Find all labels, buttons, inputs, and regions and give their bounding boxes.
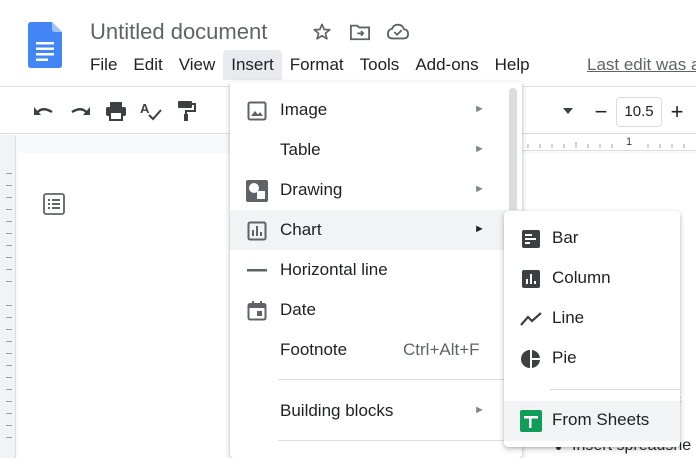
menu-divider [278,379,516,380]
menu-item-label: Horizontal line [280,260,388,279]
decrease-font-size-button[interactable]: − [586,97,616,127]
move-to-folder-icon[interactable] [348,20,372,44]
bar-chart-icon [520,228,542,250]
submenu-arrow-icon: ► [474,183,485,195]
chart-submenu-column[interactable]: Column [504,259,680,299]
chart-submenu: Bar Column Line Pie From Sheets [504,211,680,447]
drawing-icon [246,180,268,202]
print-icon[interactable] [104,99,128,123]
menu-insert[interactable]: Insert [223,50,282,80]
insert-menu-chart[interactable]: Chart ► [230,210,522,250]
paint-format-icon[interactable] [174,99,198,123]
submenu-arrow-icon: ► [474,143,485,155]
insert-menu-image[interactable]: Image ► [230,90,522,130]
menu-item-label: Date [280,300,316,319]
last-edit-link[interactable]: Last edit was a [587,55,696,75]
submenu-arrow-icon: ► [474,223,485,235]
menu-item-label: Building blocks [280,401,394,420]
title-actions [310,20,410,44]
image-icon [246,100,268,122]
cloud-saved-icon[interactable] [386,20,410,44]
line-chart-icon [520,308,542,330]
redo-icon[interactable] [68,99,92,123]
column-chart-icon [520,268,542,290]
chart-submenu-from-sheets[interactable]: From Sheets [504,401,680,441]
insert-menu-footnote[interactable]: Footnote Ctrl+Alt+F [230,330,522,370]
menu-file[interactable]: File [82,50,125,80]
menu-item-label: Table [280,140,321,159]
chart-submenu-bar[interactable]: Bar [504,219,680,259]
submenu-divider [550,389,680,390]
insert-menu-table[interactable]: Table ► [230,130,522,170]
chart-submenu-pie[interactable]: Pie [504,339,680,379]
menubar: File Edit View Insert Format Tools Add-o… [82,50,538,80]
keyboard-shortcut: Ctrl+Alt+F [403,340,480,359]
font-size-control: − 10.5 + [586,96,692,128]
menu-edit[interactable]: Edit [125,50,170,80]
menu-help[interactable]: Help [487,50,538,80]
pie-chart-icon [520,348,542,370]
chart-icon [246,220,268,242]
menu-divider [278,440,516,441]
docs-logo-icon[interactable] [28,22,62,68]
insert-menu-drawing[interactable]: Drawing ► [230,170,522,210]
spellcheck-icon[interactable]: A [139,99,163,123]
menu-view[interactable]: View [171,50,224,80]
calendar-icon [246,300,268,322]
menu-item-label: Footnote [280,340,348,359]
horizontal-line-icon [246,260,268,282]
star-icon[interactable] [310,20,334,44]
increase-font-size-button[interactable]: + [662,97,692,127]
dropdown-arrow-icon[interactable] [558,99,578,123]
submenu-arrow-icon: ► [474,103,485,115]
document-outline-icon[interactable] [42,192,66,221]
menu-item-label: Drawing [280,180,343,199]
svg-text:A: A [140,101,150,116]
submenu-item-label: Bar [552,228,579,247]
ruler-number: 1 [626,136,633,148]
insert-menu: Image ► Table ► Drawing ► Chart ► Horizo… [230,82,522,458]
sheets-icon [520,410,542,432]
insert-menu-building-blocks[interactable]: Building blocks ► [230,391,522,431]
vertical-ruler [0,135,16,458]
horizontal-ruler: 1 [520,135,696,151]
docs-header: Untitled document File Edit View Insert … [0,0,696,86]
menu-addons[interactable]: Add-ons [407,50,486,80]
submenu-arrow-icon: ► [474,404,485,416]
document-title[interactable]: Untitled document [90,19,267,45]
menu-format[interactable]: Format [282,50,352,80]
insert-menu-horizontal-line[interactable]: Horizontal line [230,250,522,290]
submenu-item-label: Pie [552,348,577,367]
insert-menu-date[interactable]: Date [230,290,522,330]
submenu-item-label: From Sheets [552,410,650,429]
font-size-input[interactable]: 10.5 [616,97,662,127]
submenu-item-label: Column [552,268,611,287]
submenu-item-label: Line [552,308,585,327]
menu-item-label: Image [280,100,328,119]
menu-item-label: Chart [280,220,322,239]
menu-tools[interactable]: Tools [352,50,408,80]
chart-submenu-line[interactable]: Line [504,299,680,339]
undo-icon[interactable] [32,99,56,123]
